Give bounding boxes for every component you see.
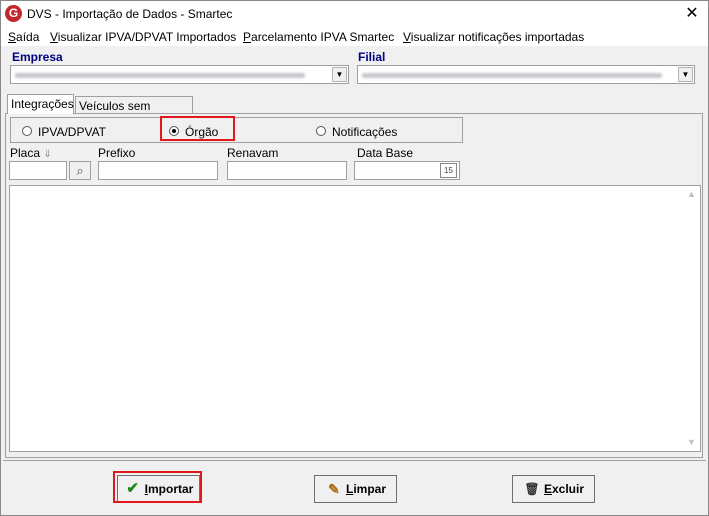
filial-label: Filial [358,50,386,64]
radio-notificacoes[interactable] [316,126,326,136]
data-base-label: Data Base [357,146,414,160]
excluir-button[interactable]: 🗑 Excluir [512,475,595,503]
data-base-input[interactable]: 15 [354,161,460,180]
empresa-select[interactable]: ▼ [10,65,349,84]
limpar-button[interactable]: ✎ Limpar [314,475,397,503]
search-icon[interactable]: ⌕ [69,161,91,180]
menu-parcelamento[interactable]: Parcelamento IPVA Smartec [243,30,394,44]
calendar-icon[interactable]: 15 [440,163,457,178]
app-logo-icon: G [5,5,22,22]
radio-label-ipva-dpvat[interactable]: IPVA/DPVAT [38,125,106,139]
filial-value-redacted [362,73,662,78]
window-title: DVS - Importação de Dados - Smartec [27,7,233,21]
results-grid[interactable]: ▲ ▼ [9,185,701,452]
renavam-label: Renavam [227,146,279,160]
trash-icon: 🗑 [524,482,540,496]
empresa-value-redacted [15,73,305,78]
broom-icon: ✎ [328,481,340,497]
radio-label-notificacoes[interactable]: Notificações [332,125,397,139]
prefixo-input[interactable] [98,161,218,180]
bottom-divider [3,460,706,461]
import-type-radio-group: IPVA/DPVAT Órgão Notificações [10,117,463,143]
vertical-scrollbar[interactable]: ▲ ▼ [683,186,700,451]
importar-highlight-box [113,471,202,503]
menu-visualizar-ipva[interactable]: Visualizar IPVA/DPVAT Importados [50,30,236,44]
renavam-input[interactable] [227,161,347,180]
radio-ipva-dpvat[interactable] [22,126,32,136]
orgao-highlight-box [160,116,235,141]
scroll-up-icon[interactable]: ▲ [683,186,700,203]
scroll-down-icon[interactable]: ▼ [683,434,700,451]
title-bar: G DVS - Importação de Dados - Smartec ✕ [1,1,708,27]
menu-saida[interactable]: Saída [8,30,39,44]
prefixo-label: Prefixo [98,146,136,160]
sort-down-icon: ⇓ [43,149,52,160]
chevron-down-icon[interactable]: ▼ [678,67,693,82]
chevron-down-icon[interactable]: ▼ [332,67,347,82]
main-window: G DVS - Importação de Dados - Smartec ✕ … [0,0,709,516]
filial-select[interactable]: ▼ [357,65,695,84]
placa-label: Placa ⇓ [10,146,52,160]
close-button[interactable]: ✕ [682,4,702,24]
menu-visualizar-notificacoes[interactable]: Visualizar notificações importadas [403,30,584,44]
menu-bar: Saída Visualizar IPVA/DPVAT Importados P… [1,27,708,46]
empresa-label: Empresa [12,50,63,64]
placa-input[interactable] [9,161,67,180]
tab-veiculos-sem-renavam[interactable]: Veículos sem renavam [75,96,193,131]
tab-integracoes[interactable]: Integrações [7,94,74,114]
